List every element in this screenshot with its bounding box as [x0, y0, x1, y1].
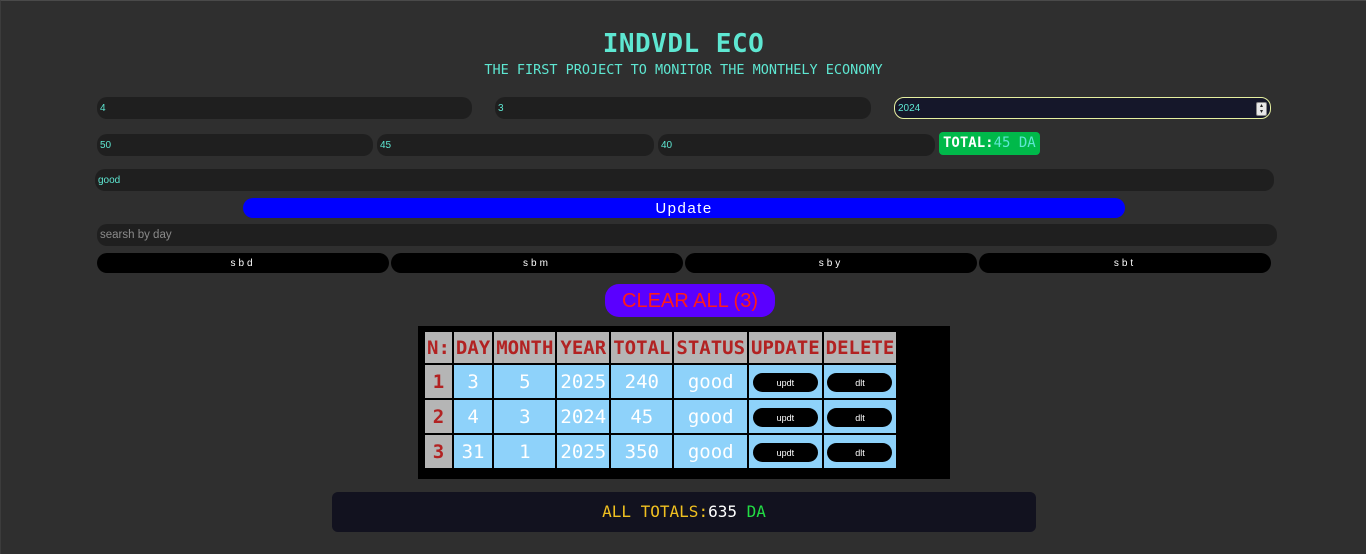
table-row: 2 4 3 2024 45 good updt dlt [425, 400, 897, 433]
cell-status: good [674, 365, 748, 398]
all-totals-bar: ALL TOTALS:635 DA [332, 492, 1036, 532]
row-delete-button[interactable]: dlt [827, 442, 893, 462]
price2-input[interactable] [377, 134, 654, 156]
table-row: 3 31 1 2025 350 good updt dlt [425, 435, 897, 468]
cell-year: 2024 [557, 400, 610, 433]
page-header: INDVDL ECO THE FIRST PROJECT TO MONITOR … [1, 27, 1366, 79]
cell-delete: dlt [823, 400, 897, 433]
cell-month: 5 [494, 365, 556, 398]
all-totals-label: ALL TOTALS: [602, 502, 709, 521]
row-update-button[interactable]: updt [752, 407, 818, 427]
page-subtitle: THE FIRST PROJECT TO MONITOR THE MONTHEL… [484, 62, 883, 78]
total-label: TOTAL: [943, 135, 994, 151]
cell-month: 3 [494, 400, 556, 433]
day-input[interactable] [97, 97, 472, 119]
year-spinner-icon[interactable]: ▴ ▾ [1256, 102, 1267, 116]
search-by-month-button[interactable]: sbm [391, 253, 683, 273]
records-table-container: N: DAY MONTH YEAR TOTAL STATUS UPDATE DE… [418, 326, 950, 479]
table-row: 1 3 5 2025 240 good updt dlt [425, 365, 897, 398]
cell-n: 1 [425, 365, 452, 398]
header-n: N: [425, 332, 452, 363]
all-totals-unit: DA [746, 502, 766, 521]
cell-year: 2025 [557, 365, 610, 398]
cell-n: 3 [425, 435, 452, 468]
row-update-button[interactable]: updt [752, 442, 818, 462]
header-month: MONTH [494, 332, 556, 363]
cell-total: 350 [611, 435, 673, 468]
header-status: STATUS [674, 332, 748, 363]
header-total: TOTAL [611, 332, 673, 363]
page-title: INDVDL ECO [602, 29, 765, 59]
cell-update: updt [749, 400, 822, 433]
total-value: 45 [993, 135, 1011, 151]
row-delete-button[interactable]: dlt [827, 372, 893, 392]
row-update-button[interactable]: updt [752, 372, 818, 392]
search-by-day-button[interactable]: sbd [97, 253, 389, 273]
search-input[interactable] [97, 224, 1277, 246]
cell-delete: dlt [823, 435, 897, 468]
table-header-row: N: DAY MONTH YEAR TOTAL STATUS UPDATE DE… [425, 332, 897, 363]
price1-input[interactable] [97, 134, 373, 156]
clear-all-button[interactable]: CLEAR ALL (3) [605, 284, 775, 317]
cell-total: 240 [611, 365, 673, 398]
search-by-year-button[interactable]: sby [685, 253, 977, 273]
cell-total: 45 [611, 400, 673, 433]
cell-status: good [674, 435, 748, 468]
year-input-value: 2024 [898, 103, 921, 114]
cell-day: 4 [453, 400, 493, 433]
cell-update: updt [749, 365, 822, 398]
search-by-total-button[interactable]: sbt [979, 253, 1271, 273]
header-update: UPDATE [749, 332, 822, 363]
records-table: N: DAY MONTH YEAR TOTAL STATUS UPDATE DE… [423, 330, 898, 470]
header-day: DAY [453, 332, 493, 363]
row-delete-button[interactable]: dlt [827, 407, 893, 427]
cell-delete: dlt [823, 365, 897, 398]
header-year: YEAR [557, 332, 610, 363]
cell-year: 2025 [557, 435, 610, 468]
cell-n: 2 [425, 400, 452, 433]
cell-month: 1 [494, 435, 556, 468]
status-input[interactable] [95, 169, 1274, 191]
header-delete: DELETE [823, 332, 897, 363]
price3-input[interactable] [658, 134, 935, 156]
all-totals-value: 635 [708, 502, 737, 521]
total-unit: DA [1018, 135, 1036, 151]
month-input[interactable] [495, 97, 871, 119]
year-input[interactable]: 2024 ▴ ▾ [894, 97, 1271, 119]
total-badge: TOTAL:45 DA [939, 132, 1040, 155]
cell-update: updt [749, 435, 822, 468]
update-button[interactable]: Update [243, 198, 1125, 218]
cell-day: 3 [453, 365, 493, 398]
cell-day: 31 [453, 435, 493, 468]
cell-status: good [674, 400, 748, 433]
